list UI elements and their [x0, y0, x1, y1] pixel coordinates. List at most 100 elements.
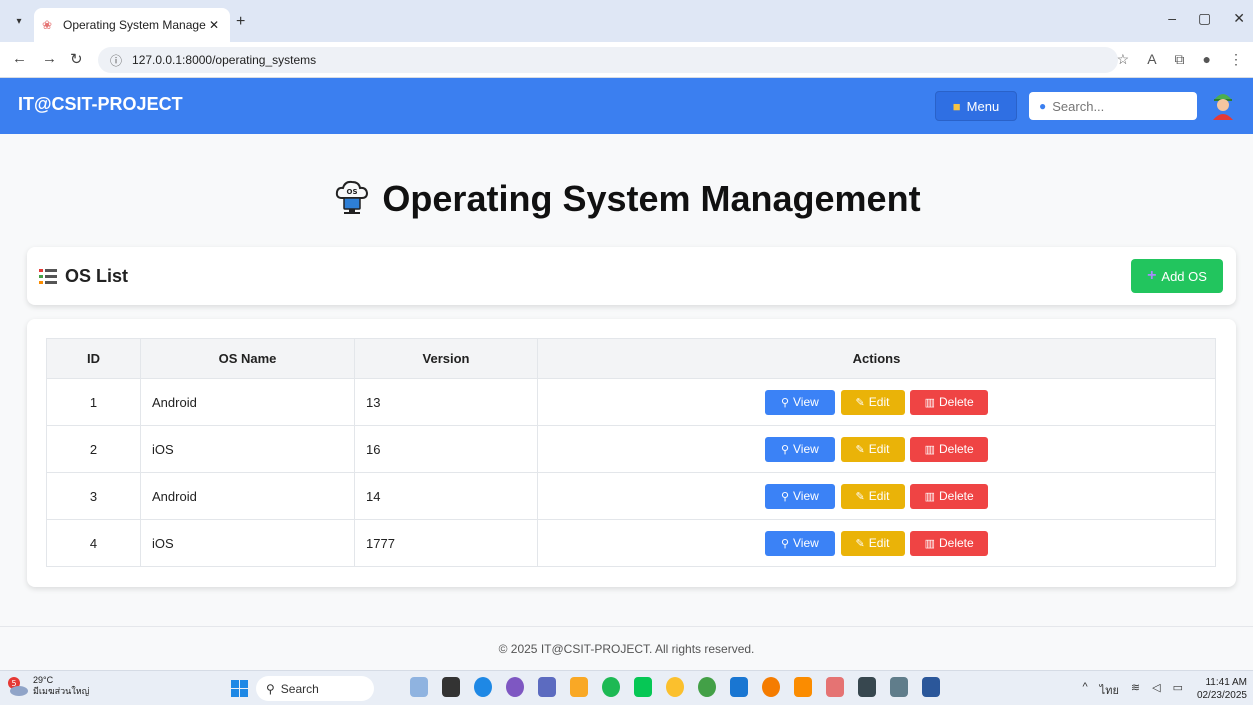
tab-close-icon[interactable]: ✕ [206, 18, 222, 32]
add-os-button[interactable]: + Add OS [1131, 259, 1223, 293]
os-table: ID OS Name Version Actions 1 Android 13 … [46, 338, 1216, 567]
close-window-icon[interactable]: ✕ [1233, 10, 1245, 27]
pencil-icon: ✎ [855, 396, 865, 409]
line-icon[interactable] [634, 677, 652, 697]
cell-os-name: Android [140, 472, 355, 520]
delete-label: Delete [938, 442, 974, 456]
view-label: View [793, 489, 819, 503]
battery-icon[interactable]: ▭ [1173, 681, 1183, 699]
brand-logo[interactable]: IT@CSIT-PROJECT [18, 94, 183, 115]
reload-icon[interactable]: ↻ [70, 50, 83, 68]
window-controls: – ▢ ✕ [1168, 10, 1245, 27]
wifi-icon[interactable]: ≋ [1131, 681, 1140, 699]
chrome-icon[interactable] [698, 677, 716, 697]
bookmark-star-icon[interactable]: ☆ [1117, 51, 1130, 68]
delete-button[interactable]: ▥ Delete [910, 483, 989, 509]
copilot-icon[interactable] [506, 677, 524, 697]
edge-icon[interactable] [474, 677, 492, 697]
footer-text: © 2025 IT@CSIT-PROJECT. All rights reser… [498, 642, 755, 656]
menu-label: Menu [966, 98, 1000, 114]
terminal-icon[interactable] [858, 677, 876, 697]
taskbar-search[interactable]: ⚲ Search [256, 676, 374, 701]
taskbar-apps [410, 677, 940, 697]
back-icon[interactable]: ← [12, 50, 27, 67]
view-button[interactable]: ⚲ View [764, 483, 835, 509]
table-header-row: ID OS Name Version Actions [46, 338, 1216, 379]
spotify-icon[interactable] [602, 677, 620, 697]
cell-actions: ⚲ View ✎ Edit ▥ Delete [537, 472, 1216, 520]
delete-button[interactable]: ▥ Delete [910, 436, 989, 462]
pencil-icon: ✎ [855, 537, 865, 550]
folder-icon: ■ [952, 98, 961, 114]
extensions-icon[interactable]: ⧉ [1175, 51, 1185, 68]
cell-os-name: iOS [140, 425, 355, 473]
search-icon: ● [1039, 99, 1047, 113]
edit-button[interactable]: ✎ Edit [840, 436, 905, 462]
edit-label: Edit [868, 395, 890, 409]
weather-widget[interactable]: 5 29°C มีเมฆส่วนใหญ่ [6, 675, 89, 697]
url-text: 127.0.0.1:8000/operating_systems [132, 53, 317, 67]
taskbar-app-icon[interactable] [410, 677, 428, 697]
postman-icon[interactable] [762, 677, 780, 697]
plus-icon: + [1147, 267, 1157, 284]
chrome-dev-icon[interactable] [666, 677, 684, 697]
new-tab-icon[interactable]: + [236, 13, 245, 31]
xampp-icon[interactable] [826, 677, 844, 697]
task-view-icon[interactable] [442, 677, 460, 697]
view-button[interactable]: ⚲ View [764, 530, 835, 556]
input-language[interactable]: ไทย [1100, 681, 1119, 699]
weather-desc: มีเมฆส่วนใหญ่ [33, 686, 90, 696]
restore-icon[interactable]: ▢ [1198, 10, 1211, 27]
cell-version: 13 [354, 378, 538, 426]
delete-button[interactable]: ▥ Delete [910, 389, 989, 415]
delete-label: Delete [938, 489, 974, 503]
git-icon[interactable] [794, 677, 812, 697]
profile-icon[interactable]: ● [1203, 51, 1211, 68]
page-title-text: Operating System Management [382, 178, 921, 219]
cell-os-name: iOS [140, 519, 355, 567]
more-menu-icon[interactable]: ⋮ [1229, 51, 1243, 68]
teams-icon[interactable] [538, 677, 556, 697]
url-field[interactable]: ⓘ 127.0.0.1:8000/operating_systems [98, 47, 1118, 73]
edit-button[interactable]: ✎ Edit [840, 483, 905, 509]
minimize-icon[interactable]: – [1168, 10, 1176, 27]
pencil-icon: ✎ [855, 490, 865, 503]
edit-button[interactable]: ✎ Edit [840, 389, 905, 415]
edit-button[interactable]: ✎ Edit [840, 530, 905, 556]
word-icon[interactable] [922, 677, 940, 697]
header-version: Version [354, 338, 538, 379]
clock-time: 11:41 AM [1205, 677, 1247, 688]
browser-tab[interactable]: ❀ Operating System Managemen ✕ [34, 8, 230, 42]
view-label: View [793, 395, 819, 409]
list-title: OS List [39, 266, 128, 287]
trash-icon: ▥ [924, 443, 935, 456]
magnifier-icon: ⚲ [780, 490, 789, 503]
vscode-icon[interactable] [730, 677, 748, 697]
browser-toolbar-icons: ☆ A ⧉ ● ⋮ [1117, 51, 1243, 68]
svg-text:OS: OS [347, 188, 358, 196]
taskbar-clock[interactable]: 11:41 AM 02/23/2025 [1197, 676, 1247, 702]
list-title-text: OS List [65, 266, 129, 286]
tray-chevron-icon[interactable]: ^ [1083, 681, 1088, 699]
menu-button[interactable]: ■ Menu [935, 91, 1017, 121]
windows-start-icon[interactable] [231, 680, 248, 697]
user-avatar-icon[interactable] [1210, 90, 1236, 120]
view-button[interactable]: ⚲ View [764, 436, 835, 462]
site-info-icon[interactable]: ⓘ [110, 52, 122, 69]
magnifier-icon: ⚲ [780, 537, 789, 550]
tab-list-chevron-icon[interactable]: ▾ [10, 13, 28, 31]
cell-id: 2 [46, 425, 141, 473]
edit-label: Edit [868, 489, 890, 503]
search-input[interactable] [1052, 98, 1183, 114]
delete-button[interactable]: ▥ Delete [910, 530, 989, 556]
header-actions: Actions [537, 338, 1216, 379]
read-aloud-icon[interactable]: A [1147, 51, 1156, 68]
clock-date: 02/23/2025 [1196, 690, 1247, 701]
volume-icon[interactable]: ◁ [1152, 681, 1160, 699]
view-button[interactable]: ⚲ View [764, 389, 835, 415]
cell-actions: ⚲ View ✎ Edit ▥ Delete [537, 519, 1216, 567]
header-id: ID [46, 338, 141, 379]
notepad-icon[interactable] [890, 677, 908, 697]
file-explorer-icon[interactable] [570, 677, 588, 697]
forward-icon[interactable]: → [42, 50, 57, 67]
